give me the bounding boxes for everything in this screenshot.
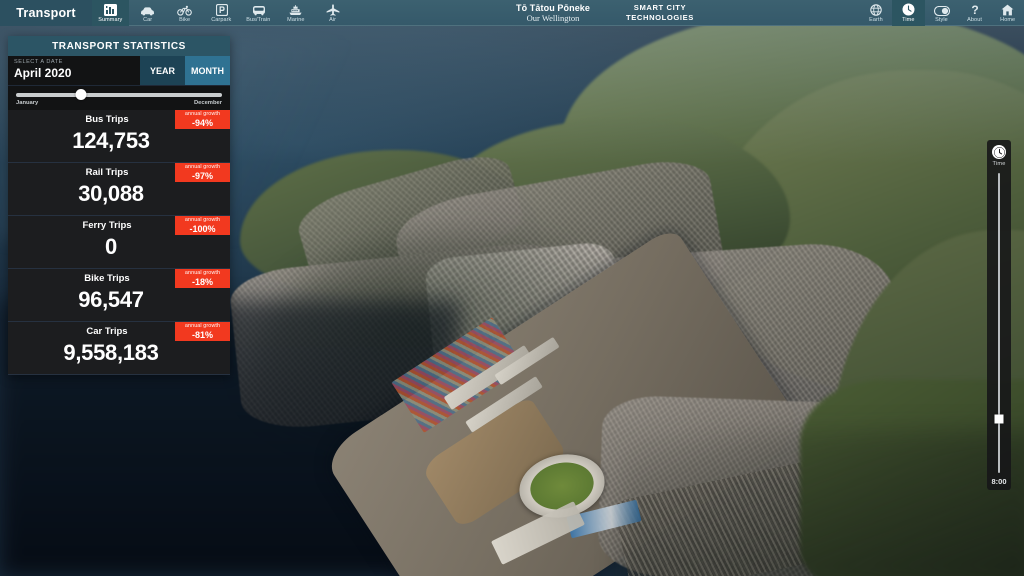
date-selector-label: SELECT A DATE [14, 58, 140, 66]
tab-car[interactable]: Car [129, 0, 166, 26]
question-mark-icon: ? [970, 3, 980, 16]
product-brand: SMART CITY TECHNOLOGIES [626, 3, 694, 23]
tab-summary-label: Summary [98, 16, 122, 24]
month-slider-handle[interactable] [75, 89, 86, 100]
tab-bus-train[interactable]: Bus/Train [240, 0, 277, 26]
month-slider-min-label: January [16, 100, 38, 106]
tool-style-label: Style [935, 16, 948, 24]
brand-area: Tō Tātou Pōneke Our Wellington SMART CIT… [351, 0, 859, 25]
car-icon [140, 3, 155, 16]
tab-air[interactable]: Air [314, 0, 351, 26]
annual-growth-value: -81% [175, 330, 230, 340]
stat-row: Ferry Trips0annual growth-100% [8, 216, 230, 269]
month-slider-track[interactable] [16, 93, 222, 97]
tab-carpark-label: Carpark [211, 16, 231, 24]
time-slider-label: Time [992, 161, 1005, 167]
product-brand-line1: SMART CITY [626, 3, 694, 13]
annual-growth-badge: annual growth-81% [175, 322, 230, 341]
tab-air-label: Air [329, 16, 336, 24]
selected-date-value: April 2020 [14, 66, 140, 81]
time-slider-handle[interactable] [995, 415, 1004, 424]
globe-icon [870, 3, 882, 16]
date-selector-row: SELECT A DATE April 2020 YEAR MONTH [8, 56, 230, 86]
tab-marine-label: Marine [287, 16, 304, 24]
council-brand-maori: Tō Tātou Pōneke [516, 3, 590, 13]
stat-row: Car Trips9,558,183annual growth-81% [8, 322, 230, 375]
app-title: Transport [0, 0, 92, 26]
module-tabs: Summary Car Bike Carpark [92, 0, 351, 25]
month-slider-endpoints: January December [16, 100, 222, 106]
annual-growth-caption: annual growth [175, 217, 230, 224]
council-brand: Tō Tātou Pōneke Our Wellington [516, 3, 590, 23]
application-window: Transport Summary Car Bike [0, 0, 1024, 576]
tool-style[interactable]: Style [925, 0, 958, 26]
tool-home-label: Home [1000, 16, 1015, 24]
stat-row: Bike Trips96,547annual growth-18% [8, 269, 230, 322]
month-slider[interactable]: January December [8, 86, 230, 110]
toggle-icon [934, 3, 950, 16]
annual-growth-badge: annual growth-97% [175, 163, 230, 182]
bicycle-icon [177, 3, 192, 16]
view-tools: Earth Time Style ? About [859, 0, 1024, 25]
stat-value: 30,088 [8, 179, 230, 209]
clock-icon [902, 3, 915, 16]
top-navigation-bar: Transport Summary Car Bike [0, 0, 1024, 26]
tab-carpark[interactable]: Carpark [203, 0, 240, 26]
tab-marine[interactable]: Marine [277, 0, 314, 26]
svg-text:?: ? [971, 3, 978, 16]
annual-growth-caption: annual growth [175, 111, 230, 118]
airplane-icon [326, 3, 340, 16]
time-slider-track[interactable] [998, 173, 1000, 473]
stat-row: Rail Trips30,088annual growth-97% [8, 163, 230, 216]
annual-growth-caption: annual growth [175, 164, 230, 171]
tab-car-label: Car [143, 16, 152, 24]
tool-earth-label: Earth [869, 16, 883, 24]
parking-icon [216, 3, 228, 16]
bar-chart-icon [104, 3, 117, 16]
annual-growth-caption: annual growth [175, 323, 230, 330]
home-icon [1001, 3, 1014, 16]
time-of-day-slider-panel[interactable]: Time 8:00 [987, 140, 1011, 490]
annual-growth-badge: annual growth-18% [175, 269, 230, 288]
tab-bike[interactable]: Bike [166, 0, 203, 26]
time-slider-value: 8:00 [991, 477, 1006, 486]
bus-icon [252, 3, 266, 16]
tool-about-label: About [967, 16, 982, 24]
month-slider-max-label: December [194, 100, 222, 106]
foreground-shadow [620, 430, 1024, 576]
annual-growth-value: -18% [175, 277, 230, 287]
stat-row: Bus Trips124,753annual growth-94% [8, 110, 230, 163]
tool-time[interactable]: Time [892, 0, 925, 26]
tool-home[interactable]: Home [991, 0, 1024, 26]
tool-earth[interactable]: Earth [859, 0, 892, 26]
range-month-button[interactable]: MONTH [185, 56, 230, 85]
transport-statistics-panel: TRANSPORT STATISTICS SELECT A DATE April… [8, 36, 230, 375]
tab-summary[interactable]: Summary [92, 0, 129, 26]
stat-value: 0 [8, 232, 230, 262]
tool-about[interactable]: ? About [958, 0, 991, 26]
council-brand-english: Our Wellington [516, 13, 590, 23]
stat-value: 96,547 [8, 285, 230, 315]
clock-icon [992, 145, 1006, 159]
tool-time-label: Time [902, 16, 914, 24]
statistics-list: Bus Trips124,753annual growth-94%Rail Tr… [8, 110, 230, 375]
annual-growth-badge: annual growth-94% [175, 110, 230, 129]
annual-growth-value: -100% [175, 224, 230, 234]
annual-growth-caption: annual growth [175, 270, 230, 277]
stat-value: 9,558,183 [8, 338, 230, 368]
ferry-icon [288, 3, 303, 16]
tab-bike-label: Bike [179, 16, 190, 24]
range-year-button[interactable]: YEAR [140, 56, 185, 85]
tab-bus-train-label: Bus/Train [246, 16, 270, 24]
stat-value: 124,753 [8, 126, 230, 156]
panel-title: TRANSPORT STATISTICS [8, 36, 230, 56]
product-brand-line2: TECHNOLOGIES [626, 13, 694, 23]
annual-growth-value: -97% [175, 171, 230, 181]
annual-growth-badge: annual growth-100% [175, 216, 230, 235]
annual-growth-value: -94% [175, 118, 230, 128]
date-display: SELECT A DATE April 2020 [8, 56, 140, 85]
